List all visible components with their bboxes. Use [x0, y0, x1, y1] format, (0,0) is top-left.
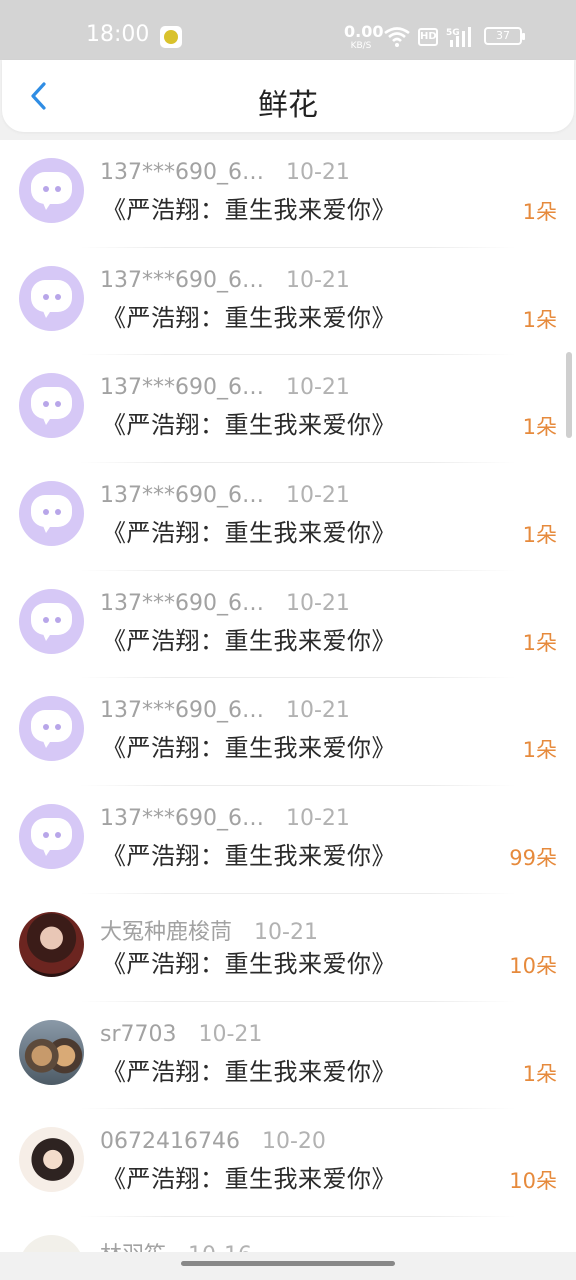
record-meta: 137***690_6… 10-21: [100, 483, 350, 508]
flower-count: 1朵: [522, 1061, 557, 1086]
book-title[interactable]: 《严浩翔：重生我来爱你》: [102, 405, 396, 440]
page-title: 鲜花: [258, 88, 318, 123]
list-item[interactable]: 137***690_6… 10-21 《严浩翔：重生我来爱你》 1朵: [0, 355, 576, 464]
default-avatar-icon[interactable]: [19, 588, 84, 654]
list-item[interactable]: 0672416746 10-20 《严浩翔：重生我来爱你》 10朵: [0, 1109, 576, 1217]
list-item[interactable]: 137***690_6… 10-21 《严浩翔：重生我来爱你》 1朵: [0, 678, 576, 787]
status-bar: 18:00 0.00 KB/S HD 5G 37: [0, 0, 576, 60]
user-name[interactable]: 137***690_6…: [100, 160, 264, 185]
record-meta: 137***690_6… 10-21: [100, 160, 350, 185]
flower-count: 99朵: [509, 846, 557, 871]
flower-count: 1朵: [522, 307, 557, 332]
user-name[interactable]: sr7703: [100, 1022, 177, 1047]
scrollbar-thumb[interactable]: [566, 352, 572, 438]
battery-icon: 37: [484, 27, 525, 45]
book-title[interactable]: 《严浩翔：重生我来爱你》: [102, 298, 396, 333]
record-meta: 大冤种鹿梭茼 10-21: [100, 914, 318, 946]
status-time: 18:00: [86, 22, 150, 47]
user-avatar[interactable]: [19, 1127, 84, 1193]
record-date: 10-20: [261, 1129, 326, 1155]
record-date: 10-21: [254, 919, 318, 945]
network-speed-value: 0.00: [344, 22, 384, 41]
record-date: 10-21: [285, 160, 350, 185]
hd-icon: HD: [418, 28, 438, 46]
record-meta: 137***690_6… 10-21: [100, 268, 350, 293]
book-title[interactable]: 《严浩翔：重生我来爱你》: [102, 836, 396, 871]
network-speed-unit: KB/S: [350, 41, 372, 51]
record-date: 10-21: [285, 806, 350, 832]
flower-count: 10朵: [509, 1169, 557, 1194]
signal-5g-icon: 5G: [446, 26, 472, 48]
record-meta: 137***690_6… 10-21: [100, 698, 350, 723]
record-meta: 137***690_6… 10-21: [100, 375, 350, 400]
list-item[interactable]: 137***690_6… 10-21 《严浩翔：重生我来爱你》 1朵: [0, 140, 576, 248]
user-name[interactable]: 137***690_6…: [100, 698, 264, 723]
record-meta: 137***690_6… 10-21: [100, 806, 350, 831]
flower-record-list[interactable]: 137***690_6… 10-21 《严浩翔：重生我来爱你》 1朵 137***690…: [0, 140, 576, 1252]
home-indicator[interactable]: [181, 1261, 395, 1266]
book-title[interactable]: 《严浩翔：重生我来爱你》: [102, 728, 396, 763]
record-date: 10-21: [285, 375, 350, 401]
book-title[interactable]: 《严浩翔：重生我来爱你》: [102, 944, 396, 979]
record-date: 10-21: [285, 698, 350, 724]
record-date: 10-16: [188, 1243, 252, 1252]
default-avatar-icon[interactable]: [19, 481, 84, 547]
record-meta: 林羽笙 10-16: [100, 1237, 252, 1252]
user-name[interactable]: 0672416746: [100, 1129, 240, 1154]
record-meta: 0672416746 10-20: [100, 1129, 326, 1154]
wifi-icon: [384, 27, 410, 47]
book-title[interactable]: 《严浩翔：重生我来爱你》: [102, 1159, 396, 1194]
user-name[interactable]: 137***690_6…: [100, 483, 264, 508]
default-avatar-icon[interactable]: [19, 696, 84, 762]
list-item[interactable]: 大冤种鹿梭茼 10-21 《严浩翔：重生我来爱你》 10朵: [0, 894, 576, 1002]
list-item[interactable]: 137***690_6… 10-21 《严浩翔：重生我来爱你》 1朵: [0, 248, 576, 356]
user-name[interactable]: 137***690_6…: [100, 375, 264, 400]
list-item[interactable]: 137***690_6… 10-21 《严浩翔：重生我来爱你》 1朵: [0, 463, 576, 571]
flower-count: 1朵: [522, 415, 557, 440]
record-date: 10-21: [198, 1021, 263, 1047]
default-avatar-icon[interactable]: [19, 373, 84, 439]
list-item[interactable]: 137***690_6… 10-21 《严浩翔：重生我来爱你》 99朵: [0, 786, 576, 894]
user-name[interactable]: 137***690_6…: [100, 806, 264, 831]
network-speed: 0.00 KB/S: [344, 22, 384, 51]
header: 鲜花: [2, 60, 574, 132]
record-meta: 137***690_6… 10-21: [100, 591, 350, 616]
user-name[interactable]: 137***690_6…: [100, 591, 264, 616]
list-item[interactable]: 林羽笙 10-16: [0, 1217, 576, 1252]
record-date: 10-21: [285, 483, 350, 509]
book-title[interactable]: 《严浩翔：重生我来爱你》: [102, 190, 396, 225]
status-icons: HD 5G: [384, 26, 472, 48]
list-item[interactable]: 137***690_6… 10-21 《严浩翔：重生我来爱你》 1朵: [0, 571, 576, 679]
flower-count: 1朵: [522, 630, 557, 655]
flower-count: 10朵: [509, 953, 557, 978]
record-date: 10-21: [285, 267, 350, 293]
flower-count: 1朵: [522, 200, 557, 224]
default-avatar-icon[interactable]: [19, 804, 84, 870]
book-title[interactable]: 《严浩翔：重生我来爱你》: [102, 513, 396, 548]
record-meta: sr7703 10-21: [100, 1022, 262, 1047]
user-avatar[interactable]: [19, 1234, 84, 1252]
user-name[interactable]: 林羽笙: [100, 1243, 166, 1252]
default-avatar-icon[interactable]: [19, 265, 84, 331]
user-name[interactable]: 大冤种鹿梭茼: [100, 920, 232, 945]
default-avatar-icon[interactable]: [19, 158, 84, 223]
user-name[interactable]: 137***690_6…: [100, 268, 264, 293]
user-avatar[interactable]: [19, 911, 84, 977]
book-title[interactable]: 《严浩翔：重生我来爱你》: [102, 1052, 396, 1087]
book-title[interactable]: 《严浩翔：重生我来爱你》: [102, 621, 396, 656]
record-date: 10-21: [285, 590, 350, 616]
user-avatar[interactable]: [19, 1019, 84, 1085]
app-notification-icon: [160, 26, 182, 48]
list-item[interactable]: sr7703 10-21 《严浩翔：重生我来爱你》 1朵: [0, 1002, 576, 1110]
flower-count: 1朵: [522, 738, 557, 763]
flower-count: 1朵: [522, 523, 557, 548]
